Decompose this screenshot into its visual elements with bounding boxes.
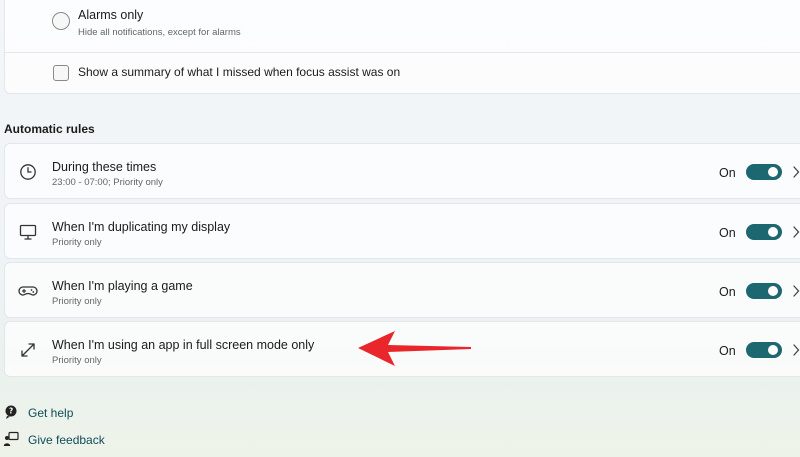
toggle-knob <box>768 227 778 237</box>
help-icon: ? <box>5 405 17 419</box>
summary-checkbox-label[interactable]: Show a summary of what I missed when foc… <box>78 65 400 79</box>
rule-toggle[interactable] <box>746 283 782 299</box>
focus-options-card: Alarms only Hide all notifications, exce… <box>4 0 800 94</box>
rule-playing-game[interactable]: When I'm playing a game Priority only On <box>4 262 800 318</box>
alarms-only-radio[interactable] <box>52 12 70 30</box>
alarms-only-label: Alarms only <box>78 8 144 22</box>
rule-toggle[interactable] <box>746 164 782 180</box>
summary-checkbox[interactable] <box>53 65 69 81</box>
get-help-link[interactable]: Get help <box>28 406 73 420</box>
rule-toggle[interactable] <box>746 224 782 240</box>
feedback-icon <box>3 431 19 446</box>
chevron-right-icon[interactable] <box>792 284 800 298</box>
rule-subtitle: Priority only <box>52 237 102 248</box>
rule-subtitle: Priority only <box>52 355 102 366</box>
monitor-icon <box>19 224 37 240</box>
annotation-arrow-icon <box>358 331 471 366</box>
clock-icon <box>20 164 36 180</box>
toggle-knob <box>768 167 778 177</box>
alarms-only-description: Hide all notifications, except for alarm… <box>78 27 241 38</box>
toggle-state-label: On <box>719 344 736 358</box>
toggle-knob <box>768 286 778 296</box>
divider <box>5 52 800 53</box>
rule-during-these-times[interactable]: During these times 23:00 - 07:00; Priori… <box>4 143 800 199</box>
rule-title: When I'm duplicating my display <box>52 220 231 234</box>
chevron-right-icon[interactable] <box>792 225 800 239</box>
toggle-knob <box>768 345 778 355</box>
rule-title: During these times <box>52 160 157 174</box>
chevron-right-icon[interactable] <box>792 343 800 357</box>
rule-subtitle: 23:00 - 07:00; Priority only <box>52 177 163 188</box>
rule-title: When I'm playing a game <box>52 279 193 293</box>
fullscreen-icon <box>21 343 35 357</box>
rule-subtitle: Priority only <box>52 296 102 307</box>
gamepad-icon <box>18 286 38 296</box>
toggle-state-label: On <box>719 285 736 299</box>
toggle-state-label: On <box>719 226 736 240</box>
svg-text:?: ? <box>9 407 13 416</box>
rule-duplicating-display[interactable]: When I'm duplicating my display Priority… <box>4 203 800 259</box>
automatic-rules-heading: Automatic rules <box>4 122 95 136</box>
chevron-right-icon[interactable] <box>792 165 800 179</box>
toggle-state-label: On <box>719 166 736 180</box>
give-feedback-link[interactable]: Give feedback <box>28 433 105 447</box>
rule-title: When I'm using an app in full screen mod… <box>52 338 315 352</box>
rule-toggle[interactable] <box>746 342 782 358</box>
